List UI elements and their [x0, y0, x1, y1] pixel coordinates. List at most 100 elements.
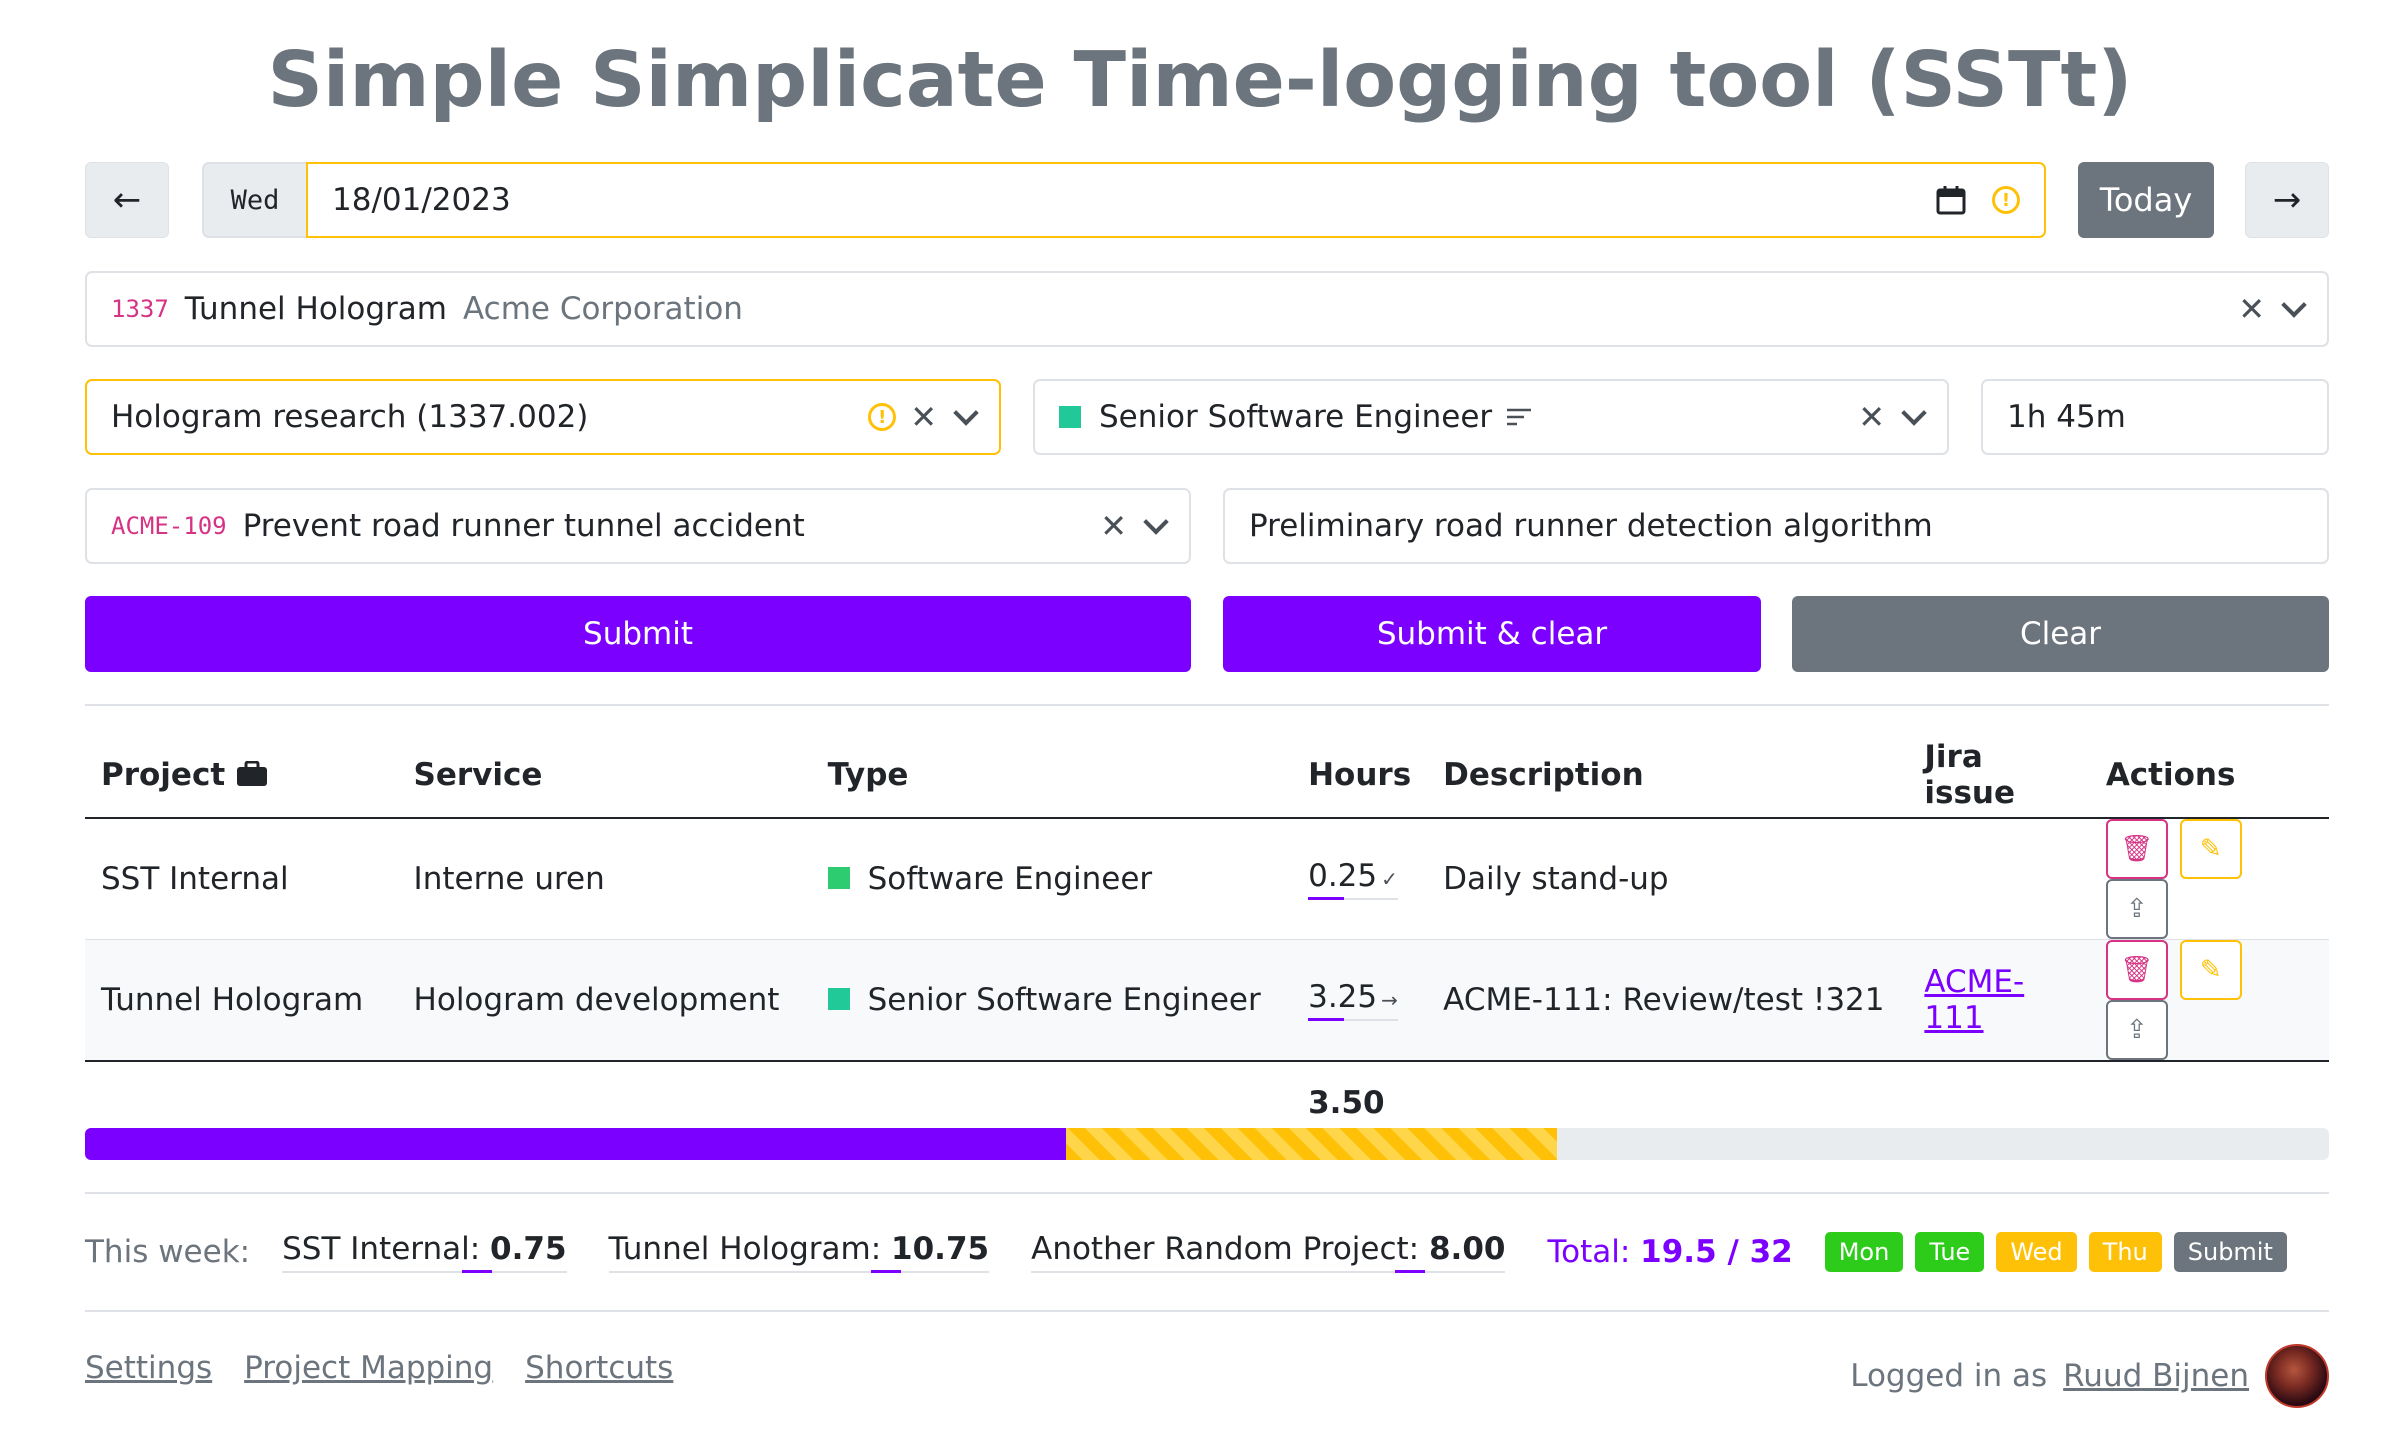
- day-badge-tue[interactable]: Tue: [1915, 1232, 1985, 1272]
- row-description: ACME-111: Review/test !321: [1427, 939, 1909, 1062]
- today-button[interactable]: Today: [2078, 162, 2214, 238]
- submit-button[interactable]: Submit: [85, 596, 1191, 672]
- column-header-project[interactable]: Project: [85, 732, 398, 819]
- column-header-description: Description: [1427, 732, 1909, 819]
- project-client: Acme Corporation: [462, 291, 743, 327]
- service-select[interactable]: Hologram research (1337.002) ! ✕: [85, 379, 1001, 455]
- row-type: Software Engineer: [811, 818, 1293, 940]
- column-header-type: Type: [811, 732, 1293, 819]
- trash-icon: 🗑: [2120, 955, 2154, 985]
- pencil-icon: ✎: [2199, 834, 2222, 864]
- project-code: 1337: [111, 295, 169, 323]
- jira-link[interactable]: ACME-111: [1924, 964, 2024, 1036]
- briefcase-icon: [236, 760, 267, 786]
- day-badge-thu[interactable]: Thu: [2088, 1232, 2162, 1272]
- jira-select[interactable]: ACME-109 Prevent road runner tunnel acci…: [85, 488, 1191, 564]
- calendar-icon[interactable]: [1936, 185, 1966, 215]
- time-entries-table: Project Service Type Hours Description J…: [85, 732, 2329, 1146]
- jira-title: Prevent road runner tunnel accident: [242, 508, 805, 544]
- duration-value: 1h 45m: [2007, 399, 2126, 435]
- column-header-jira: Jira issue: [1908, 732, 2090, 819]
- type-value: Senior Software Engineer: [1099, 399, 1493, 435]
- table-header-row: Project Service Type Hours Description J…: [85, 732, 2329, 819]
- progress-logged: [85, 1128, 1066, 1160]
- divider: [85, 1310, 2329, 1312]
- delete-button[interactable]: 🗑: [2105, 819, 2168, 879]
- warning-icon: !: [868, 403, 897, 431]
- week-submit-button[interactable]: Submit: [2173, 1232, 2287, 1272]
- chevron-down-icon[interactable]: [2281, 292, 2307, 318]
- logged-in-prefix: Logged in as: [1850, 1358, 2048, 1394]
- upload-icon: ⇪: [2125, 894, 2148, 924]
- delete-button[interactable]: 🗑: [2105, 940, 2168, 1000]
- divider: [85, 704, 2329, 706]
- table-row: SST Internal Interne uren Software Engin…: [85, 818, 2329, 940]
- chevron-down-icon[interactable]: [953, 400, 979, 426]
- divider: [85, 1192, 2329, 1194]
- hours-progress-bar: [85, 1128, 2329, 1160]
- settings-link[interactable]: Settings: [85, 1350, 212, 1386]
- chevron-down-icon[interactable]: [1901, 400, 1927, 426]
- clear-project-icon[interactable]: ✕: [2238, 290, 2265, 328]
- description-value: Preliminary road runner detection algori…: [1249, 508, 1933, 544]
- day-badge-wed[interactable]: Wed: [1996, 1232, 2077, 1272]
- row-description: Daily stand-up: [1427, 818, 1909, 940]
- chevron-down-icon[interactable]: [1143, 509, 1169, 535]
- check-icon: ✓: [1381, 867, 1398, 891]
- avatar[interactable]: [2265, 1344, 2329, 1408]
- type-color-swatch: [827, 867, 850, 889]
- day-badge-mon[interactable]: Mon: [1824, 1232, 1904, 1272]
- duration-input[interactable]: 1h 45m: [1981, 379, 2329, 455]
- upload-button[interactable]: ⇪: [2105, 1000, 2168, 1060]
- row-hours[interactable]: 0.25 ✓: [1292, 818, 1428, 940]
- row-project: SST Internal: [85, 818, 398, 940]
- row-service: Hologram development: [397, 939, 812, 1062]
- edit-button[interactable]: ✎: [2179, 819, 2242, 879]
- clear-jira-icon[interactable]: ✕: [1100, 507, 1127, 545]
- project-name: Tunnel Hologram: [184, 291, 447, 327]
- arrow-right-icon: →: [1381, 988, 1398, 1012]
- prev-day-button[interactable]: ←: [85, 162, 169, 238]
- user-info: Logged in as Ruud Bijnen: [1850, 1344, 2329, 1408]
- upload-button[interactable]: ⇪: [2105, 879, 2168, 939]
- description-input[interactable]: Preliminary road runner detection algori…: [1223, 488, 2329, 564]
- row-type: Senior Software Engineer: [811, 939, 1293, 1062]
- clear-service-icon[interactable]: ✕: [910, 398, 937, 436]
- trash-icon: 🗑: [2120, 834, 2154, 864]
- user-link[interactable]: Ruud Bijnen: [2063, 1358, 2249, 1394]
- row-jira: ACME-111: [1908, 939, 2090, 1062]
- next-day-button[interactable]: →: [2245, 162, 2329, 238]
- warning-icon: !: [1992, 186, 2020, 214]
- date-input[interactable]: 18/01/2023 !: [306, 162, 2046, 238]
- footer-nav: Settings Project Mapping Shortcuts: [85, 1350, 673, 1386]
- jira-code: ACME-109: [111, 512, 227, 540]
- page-title: Simple Simplicate Time-logging tool (SST…: [267, 36, 2133, 125]
- submit-clear-button[interactable]: Submit & clear: [1223, 596, 1761, 672]
- column-header-service: Service: [397, 732, 812, 819]
- date-value: 18/01/2023: [332, 182, 511, 218]
- week-project-total[interactable]: Tunnel Hologram: 10.75: [608, 1231, 990, 1273]
- type-color-swatch: [1059, 406, 1081, 428]
- service-value: Hologram research (1337.002): [111, 399, 589, 435]
- clear-type-icon[interactable]: ✕: [1858, 398, 1885, 436]
- week-project-total[interactable]: SST Internal: 0.75: [282, 1231, 567, 1273]
- upload-icon: ⇪: [2125, 1015, 2148, 1045]
- date-input-group: Wed 18/01/2023 !: [202, 162, 2046, 238]
- week-summary: This week: SST Internal: 0.75 Tunnel Hol…: [85, 1228, 2299, 1276]
- week-total: Total: 19.5 / 32: [1547, 1234, 1793, 1270]
- row-actions: 🗑 ✎ ⇪: [2089, 939, 2329, 1062]
- shortcuts-link[interactable]: Shortcuts: [525, 1350, 673, 1386]
- sort-icon: [1507, 408, 1532, 426]
- project-select[interactable]: 1337 Tunnel Hologram Acme Corporation ✕: [85, 271, 2329, 347]
- type-select[interactable]: Senior Software Engineer ✕: [1033, 379, 1949, 455]
- row-service: Interne uren: [397, 818, 812, 940]
- table-row: Tunnel Hologram Hologram development Sen…: [85, 939, 2329, 1062]
- edit-button[interactable]: ✎: [2179, 940, 2242, 1000]
- project-mapping-link[interactable]: Project Mapping: [244, 1350, 493, 1386]
- row-hours[interactable]: 3.25 →: [1292, 939, 1428, 1062]
- clear-button[interactable]: Clear: [1792, 596, 2329, 672]
- weekday-label: Wed: [202, 162, 306, 238]
- type-color-swatch: [827, 988, 850, 1010]
- row-jira: [1908, 818, 2090, 940]
- week-project-total[interactable]: Another Random Project: 8.00: [1031, 1231, 1506, 1273]
